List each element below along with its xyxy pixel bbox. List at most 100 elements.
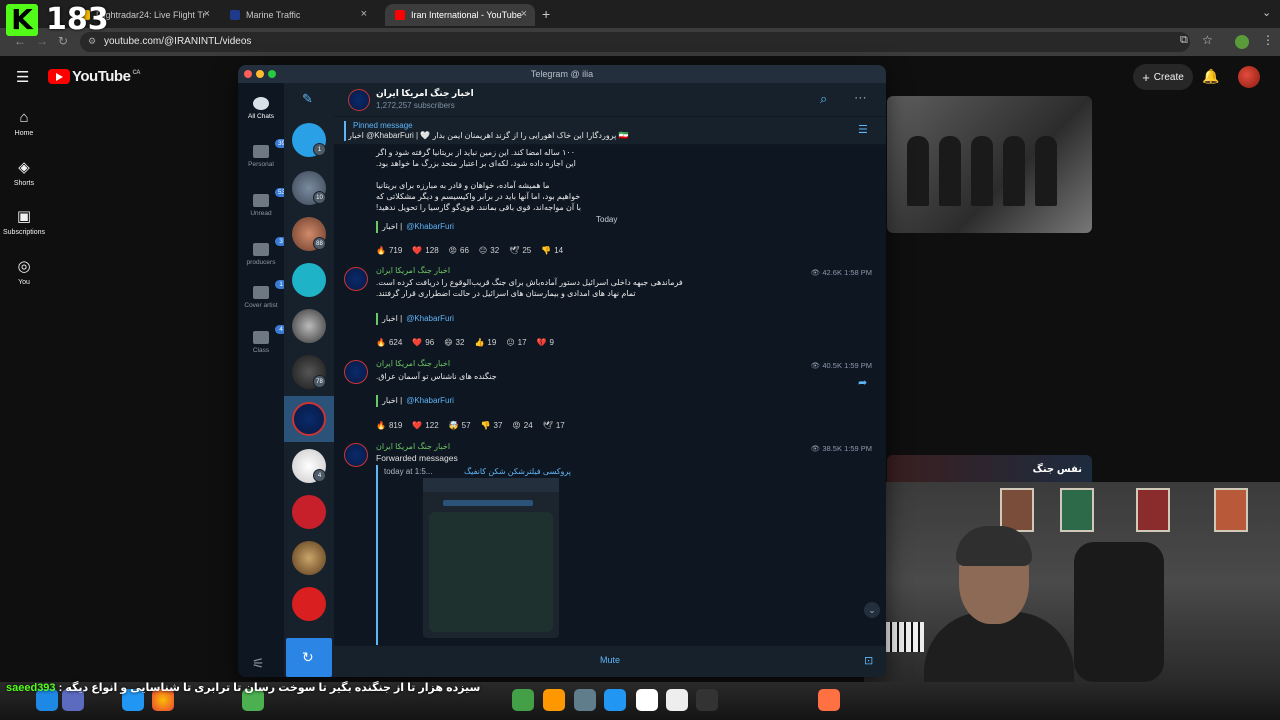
new-tab-button[interactable]: +: [542, 6, 550, 22]
gift-icon[interactable]: ⊡: [864, 654, 873, 667]
reaction[interactable]: 🔥 819: [376, 418, 402, 432]
calendar-icon[interactable]: [666, 689, 688, 711]
folder-sidebar: All Chats 395 Personal 535 Unread 3 prod…: [238, 83, 292, 677]
url-input[interactable]: ⚙ youtube.com/@IRANINTL/videos: [80, 32, 1190, 52]
folder-unread[interactable]: 535 Unread: [238, 188, 292, 217]
signature-handle[interactable]: @KhabarFuri: [406, 396, 454, 405]
reaction[interactable]: ❤️ 128: [412, 243, 438, 257]
reaction[interactable]: 👎 14: [541, 243, 563, 257]
reaction[interactable]: 😡 66: [449, 243, 469, 257]
compose-icon[interactable]: ✎: [302, 91, 313, 107]
channel-avatar[interactable]: [348, 89, 370, 111]
bookmark-star-icon[interactable]: ☆: [1202, 33, 1213, 47]
fl-studio-icon[interactable]: [818, 689, 840, 711]
nav-you[interactable]: ◎ You: [0, 257, 48, 286]
logic-icon[interactable]: [696, 689, 718, 711]
mute-button[interactable]: Mute: [334, 655, 886, 665]
channel-title[interactable]: اخبار جنگ امریکا ایران: [376, 88, 474, 99]
folder-class[interactable]: 4 Class: [238, 325, 287, 354]
close-tab-icon[interactable]: ×: [521, 8, 527, 20]
browser-menu-icon[interactable]: ⋮: [1262, 33, 1274, 47]
install-app-icon[interactable]: ⧉: [1180, 34, 1188, 47]
message-avatar[interactable]: [344, 267, 368, 291]
reaction[interactable]: 🤯 57: [449, 418, 471, 432]
signature-handle[interactable]: @KhabarFuri: [406, 314, 454, 323]
pinned-message-bar[interactable]: Pinned message 🇮🇷 پروردگارا این خاک اهور…: [334, 117, 886, 145]
folder-personal[interactable]: 395 Personal: [238, 139, 292, 168]
reaction[interactable]: 😡 24: [512, 418, 532, 432]
reaction[interactable]: 😄 32: [444, 335, 464, 349]
nav-shorts[interactable]: ◈ Shorts: [0, 158, 48, 187]
reaction[interactable]: ❤️ 96: [412, 335, 434, 349]
tab-iran-international[interactable]: Iran International - YouTube ×: [385, 4, 535, 26]
chat-header: اخبار جنگ امریکا ایران 1,272,257 subscri…: [334, 83, 886, 117]
minimize-window-icon[interactable]: [256, 70, 264, 78]
avatar[interactable]: [1238, 66, 1260, 88]
share-icon[interactable]: ➦: [858, 376, 867, 389]
settings-sliders-icon[interactable]: ⚟: [252, 655, 265, 672]
reaction[interactable]: 💔 9: [537, 335, 554, 349]
folder-producers[interactable]: 3 producers: [238, 237, 287, 266]
chat-avatar[interactable]: [292, 495, 326, 529]
chat-avatar[interactable]: [292, 309, 326, 343]
video-thumbnail[interactable]: نفس جنگ: [887, 455, 1092, 485]
notion-icon[interactable]: [636, 689, 658, 711]
site-info-icon[interactable]: ⚙: [88, 36, 96, 47]
chat-avatar-selected[interactable]: [292, 402, 326, 436]
close-tab-icon[interactable]: ×: [361, 8, 367, 20]
signature-label: اخبار |: [382, 222, 403, 231]
video-thumbnail[interactable]: [887, 96, 1092, 233]
reaction-count: 25: [522, 245, 532, 255]
message-author[interactable]: اخبار جنگ امریکا ایران: [376, 359, 450, 368]
app-store-icon[interactable]: [604, 689, 626, 711]
tab-search-icon[interactable]: ⌄: [1262, 6, 1271, 19]
pinned-list-icon[interactable]: ☰: [858, 123, 868, 136]
reaction[interactable]: 🔥 719: [376, 243, 402, 257]
reaction[interactable]: 👎 37: [481, 418, 503, 432]
folder-cover-artist[interactable]: 1 Cover artist: [238, 280, 287, 309]
reaction[interactable]: ❤️ 122: [412, 418, 438, 432]
reaction-emoji: ❤️: [412, 420, 423, 430]
wall-frame: [1214, 488, 1248, 532]
message-avatar[interactable]: [344, 360, 368, 384]
youtube-logo[interactable]: YouTube CA: [48, 68, 141, 85]
forwarded-source[interactable]: پروکسی فیلترشکن شکن کانفیگ: [464, 467, 571, 476]
chat-avatar[interactable]: [292, 263, 326, 297]
forwarded-screenshot[interactable]: [423, 478, 559, 638]
reaction-count: 66: [460, 245, 469, 255]
back-icon[interactable]: ←: [14, 34, 26, 48]
nav-home[interactable]: ⌂ Home: [0, 109, 48, 137]
more-options-icon[interactable]: ⋯: [854, 90, 867, 106]
message-author[interactable]: اخبار جنگ امریکا ایران: [376, 266, 450, 275]
profile-icon[interactable]: [1235, 35, 1249, 49]
refresh-button[interactable]: ↻: [286, 638, 332, 677]
message-avatar[interactable]: [344, 443, 368, 467]
reaction[interactable]: 😐 32: [479, 243, 499, 257]
scroll-down-icon[interactable]: ⌄: [864, 602, 880, 618]
maximize-window-icon[interactable]: [268, 70, 276, 78]
viewer-count: 183: [46, 2, 109, 37]
tab-marine-traffic[interactable]: Marine Traffic ×: [220, 4, 375, 26]
create-button[interactable]: + Create: [1133, 64, 1193, 90]
signature-handle[interactable]: @KhabarFuri: [406, 222, 454, 231]
numbers-icon[interactable]: [512, 689, 534, 711]
folder-all-chats[interactable]: All Chats: [238, 97, 284, 120]
reaction[interactable]: 👍 19: [474, 335, 496, 349]
hamburger-menu-icon[interactable]: ☰: [16, 68, 29, 86]
close-tab-icon[interactable]: ×: [204, 8, 210, 20]
search-icon[interactable]: ⌕: [820, 91, 827, 107]
forwarded-message[interactable]: today at 1:5... پروکسی فیلترشکن شکن کانف…: [376, 465, 606, 645]
reaction[interactable]: 🔥 624: [376, 335, 402, 349]
notifications-bell-icon[interactable]: 🔔: [1202, 68, 1219, 85]
reaction[interactable]: 😐 17: [506, 335, 526, 349]
reaction[interactable]: 🕊 25: [509, 243, 531, 257]
close-window-icon[interactable]: [244, 70, 252, 78]
reaction[interactable]: 🕊 17: [543, 418, 565, 432]
nav-subscriptions[interactable]: ▣ Subscriptions: [0, 207, 48, 236]
chat-avatar[interactable]: [292, 587, 326, 621]
chat-avatar[interactable]: [292, 541, 326, 575]
pages-icon[interactable]: [543, 689, 565, 711]
settings-icon[interactable]: [574, 689, 596, 711]
message-author[interactable]: اخبار جنگ امریکا ایران: [376, 442, 450, 451]
